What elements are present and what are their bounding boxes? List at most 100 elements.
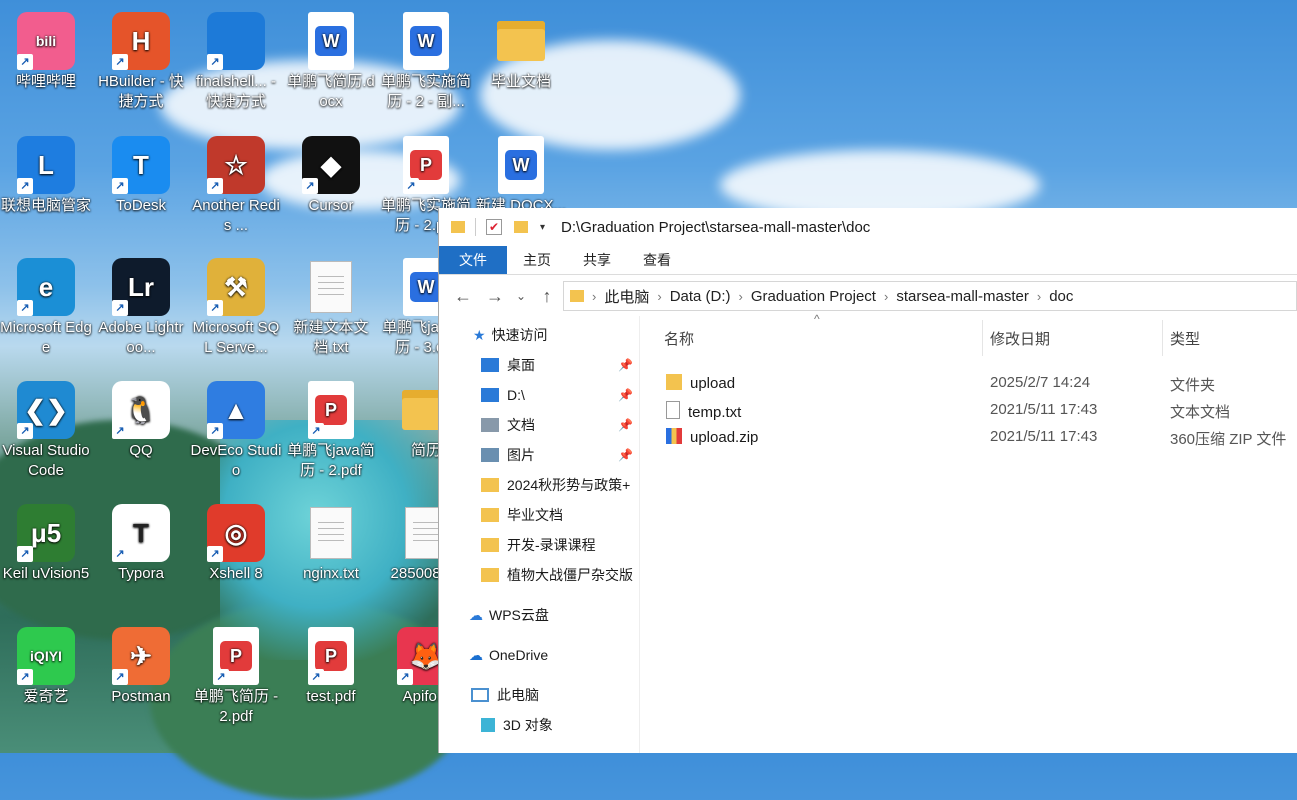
- file-row[interactable]: upload.zip 2021/5/11 17:43 360压缩 ZIP 文件: [640, 424, 1297, 451]
- column-name[interactable]: 名称: [664, 328, 694, 349]
- nav-item[interactable]: 毕业文档: [439, 500, 639, 530]
- nav-3d-objects[interactable]: 3D 对象: [439, 710, 639, 740]
- desktop-shortcut-label: DevEco Studio: [190, 442, 282, 479]
- desktop-shortcut[interactable]: ◎ ↗ Xshell 8: [190, 504, 282, 584]
- file-name: upload.zip: [690, 429, 759, 446]
- nav-item-label: 桌面: [507, 357, 535, 373]
- desktop-shortcut[interactable]: ⚒ ↗ Microsoft SQL Serve...: [190, 258, 282, 358]
- redis-icon: ☆ ↗: [207, 136, 265, 194]
- desktop-shortcut[interactable]: 🐧 ↗ QQ: [95, 381, 187, 461]
- address-bar[interactable]: › 此电脑 › Data (D:) › Graduation Project ›…: [563, 281, 1297, 311]
- tab-view[interactable]: 查看: [627, 246, 687, 274]
- nav-item[interactable]: 文档 📌: [439, 410, 639, 440]
- desktop-shortcut[interactable]: P ↗ 单鹏飞java简历 - 2.pdf: [285, 381, 377, 481]
- nav-item[interactable]: 桌面 📌: [439, 350, 639, 380]
- breadcrumb-separator: ›: [592, 288, 597, 304]
- shortcut-arrow-icon: ↗: [207, 546, 223, 562]
- desktop-shortcut[interactable]: T ↗ Typora: [95, 504, 187, 584]
- desktop-shortcut[interactable]: P ↗ 单鹏飞简历 - 2.pdf: [190, 627, 282, 727]
- cursor-icon: ◆ ↗: [302, 136, 360, 194]
- desktop-shortcut-label: Another Redis ...: [192, 197, 280, 234]
- forward-arrow-icon[interactable]: →: [479, 286, 511, 307]
- word-doc-icon: W: [308, 12, 354, 70]
- shortcut-arrow-icon: ↗: [112, 300, 128, 316]
- qq-icon: 🐧 ↗: [112, 381, 170, 439]
- desktop-shortcut[interactable]: L ↗ 联想电脑管家: [0, 136, 92, 216]
- breadcrumb-starsea-mall-master[interactable]: starsea-mall-master: [890, 288, 1035, 305]
- recent-locations-chevron-icon[interactable]: ⌄: [511, 289, 531, 303]
- breadcrumb-graduation-project[interactable]: Graduation Project: [745, 288, 882, 305]
- nav-item[interactable]: 开发-录课课程: [439, 530, 639, 560]
- pdf-icon: P ↗: [403, 136, 449, 194]
- column-type[interactable]: 类型: [1170, 328, 1200, 349]
- breadcrumb-data-d[interactable]: Data (D:): [664, 288, 737, 305]
- desktop-shortcut[interactable]: ❮❯ ↗ Visual Studio Code: [0, 381, 92, 481]
- desktop-shortcut[interactable]: bili ↗ 哔哩哔哩: [0, 12, 92, 92]
- file-date: 2021/5/11 17:43: [990, 428, 1098, 445]
- nav-item[interactable]: 图片 📌: [439, 440, 639, 470]
- nav-item[interactable]: 2024秋形势与政策+: [439, 470, 639, 500]
- tab-share[interactable]: 共享: [567, 246, 627, 274]
- desktop-shortcut[interactable]: W 新建 DOCX...: [475, 136, 567, 216]
- nav-item[interactable]: D:\ 📌: [439, 380, 639, 410]
- desktop-shortcut[interactable]: e ↗ Microsoft Edge: [0, 258, 92, 358]
- finalshell-icon: ↗: [207, 12, 265, 70]
- nav-item[interactable]: 植物大战僵尸杂交版: [439, 560, 639, 590]
- desktop-shortcut[interactable]: W 单鹏飞实施简历 - 2 - 副...: [380, 12, 472, 112]
- nav-wps-cloud[interactable]: ☁ WPS云盘: [439, 600, 639, 630]
- nav-wps-cloud-label: WPS云盘: [489, 607, 549, 623]
- tab-home[interactable]: 主页: [507, 246, 567, 274]
- shortcut-arrow-icon: ↗: [397, 669, 413, 685]
- desktop-icon: [481, 358, 499, 372]
- shortcut-arrow-icon: ↗: [112, 669, 128, 685]
- file-name: temp.txt: [688, 404, 742, 421]
- desktop-shortcut-label: 爱奇艺: [23, 688, 69, 705]
- pdf-icon: P ↗: [213, 627, 259, 685]
- desktop-shortcut[interactable]: 新建文本文档.txt: [285, 258, 377, 358]
- desktop-shortcut[interactable]: W 单鹏飞简历.docx: [285, 12, 377, 112]
- nav-onedrive[interactable]: ☁ OneDrive: [439, 640, 639, 670]
- desktop-shortcut[interactable]: nginx.txt: [285, 504, 377, 584]
- desktop-shortcut[interactable]: ↗ finalshell... - 快捷方式: [190, 12, 282, 112]
- up-arrow-icon[interactable]: ↑: [531, 286, 563, 307]
- desktop-shortcut-label: 联想电脑管家: [0, 197, 91, 214]
- nav-quick-access[interactable]: ★ 快速访问: [439, 320, 639, 350]
- tab-file[interactable]: 文件: [439, 246, 507, 274]
- column-divider[interactable]: [982, 320, 983, 356]
- file-row[interactable]: upload 2025/2/7 14:24 文件夹: [640, 370, 1297, 397]
- desktop-shortcut-label: Microsoft SQL Serve...: [192, 319, 280, 356]
- column-date-modified[interactable]: 修改日期: [990, 328, 1050, 349]
- desktop-shortcut[interactable]: ☆ ↗ Another Redis ...: [190, 136, 282, 236]
- desktop-shortcut[interactable]: ◆ ↗ Cursor: [285, 136, 377, 216]
- breadcrumb-doc[interactable]: doc: [1043, 288, 1079, 305]
- desktop-shortcut[interactable]: H ↗ HBuilder - 快捷方式: [95, 12, 187, 112]
- desktop-shortcut[interactable]: Lr ↗ Adobe Lightroo...: [95, 258, 187, 358]
- lightroom-icon: Lr ↗: [112, 258, 170, 316]
- shortcut-arrow-icon: ↗: [17, 178, 33, 194]
- navigation-bar: ← → ⌄ ↑ › 此电脑 › Data (D:) › Graduation P…: [439, 275, 1297, 317]
- folder-icon: [481, 568, 499, 582]
- column-divider[interactable]: [1162, 320, 1163, 356]
- desktop-shortcut[interactable]: 毕业文档: [475, 12, 567, 92]
- quick-access-toolbar-dropdown-icon[interactable]: ▾: [540, 222, 545, 233]
- back-arrow-icon[interactable]: ←: [447, 286, 479, 307]
- file-row[interactable]: temp.txt 2021/5/11 17:43 文本文档: [640, 397, 1297, 424]
- shortcut-arrow-icon: ↗: [302, 178, 318, 194]
- xshell-icon: ◎ ↗: [207, 504, 265, 562]
- desktop-shortcut[interactable]: T ↗ ToDesk: [95, 136, 187, 216]
- desktop-shortcut[interactable]: μ5 ↗ Keil uVision5: [0, 504, 92, 584]
- desktop-shortcut[interactable]: ▲ ↗ DevEco Studio: [190, 381, 282, 481]
- properties-check-icon[interactable]: ✔: [486, 219, 502, 235]
- bilibili-icon: bili ↗: [17, 12, 75, 70]
- desktop-shortcut[interactable]: P ↗ test.pdf: [285, 627, 377, 707]
- edge-icon: e ↗: [17, 258, 75, 316]
- new-folder-icon[interactable]: [514, 221, 528, 233]
- nav-this-pc[interactable]: 此电脑: [439, 680, 639, 710]
- sql-server-icon: ⚒ ↗: [207, 258, 265, 316]
- desktop-shortcut[interactable]: iQIYI ↗ 爱奇艺: [0, 627, 92, 707]
- shortcut-arrow-icon: ↗: [112, 178, 128, 194]
- nav-item-label: 开发-录课课程: [507, 537, 596, 553]
- pin-icon: 📌: [618, 388, 633, 402]
- desktop-shortcut[interactable]: ✈ ↗ Postman: [95, 627, 187, 707]
- breadcrumb-this-pc[interactable]: 此电脑: [598, 286, 655, 307]
